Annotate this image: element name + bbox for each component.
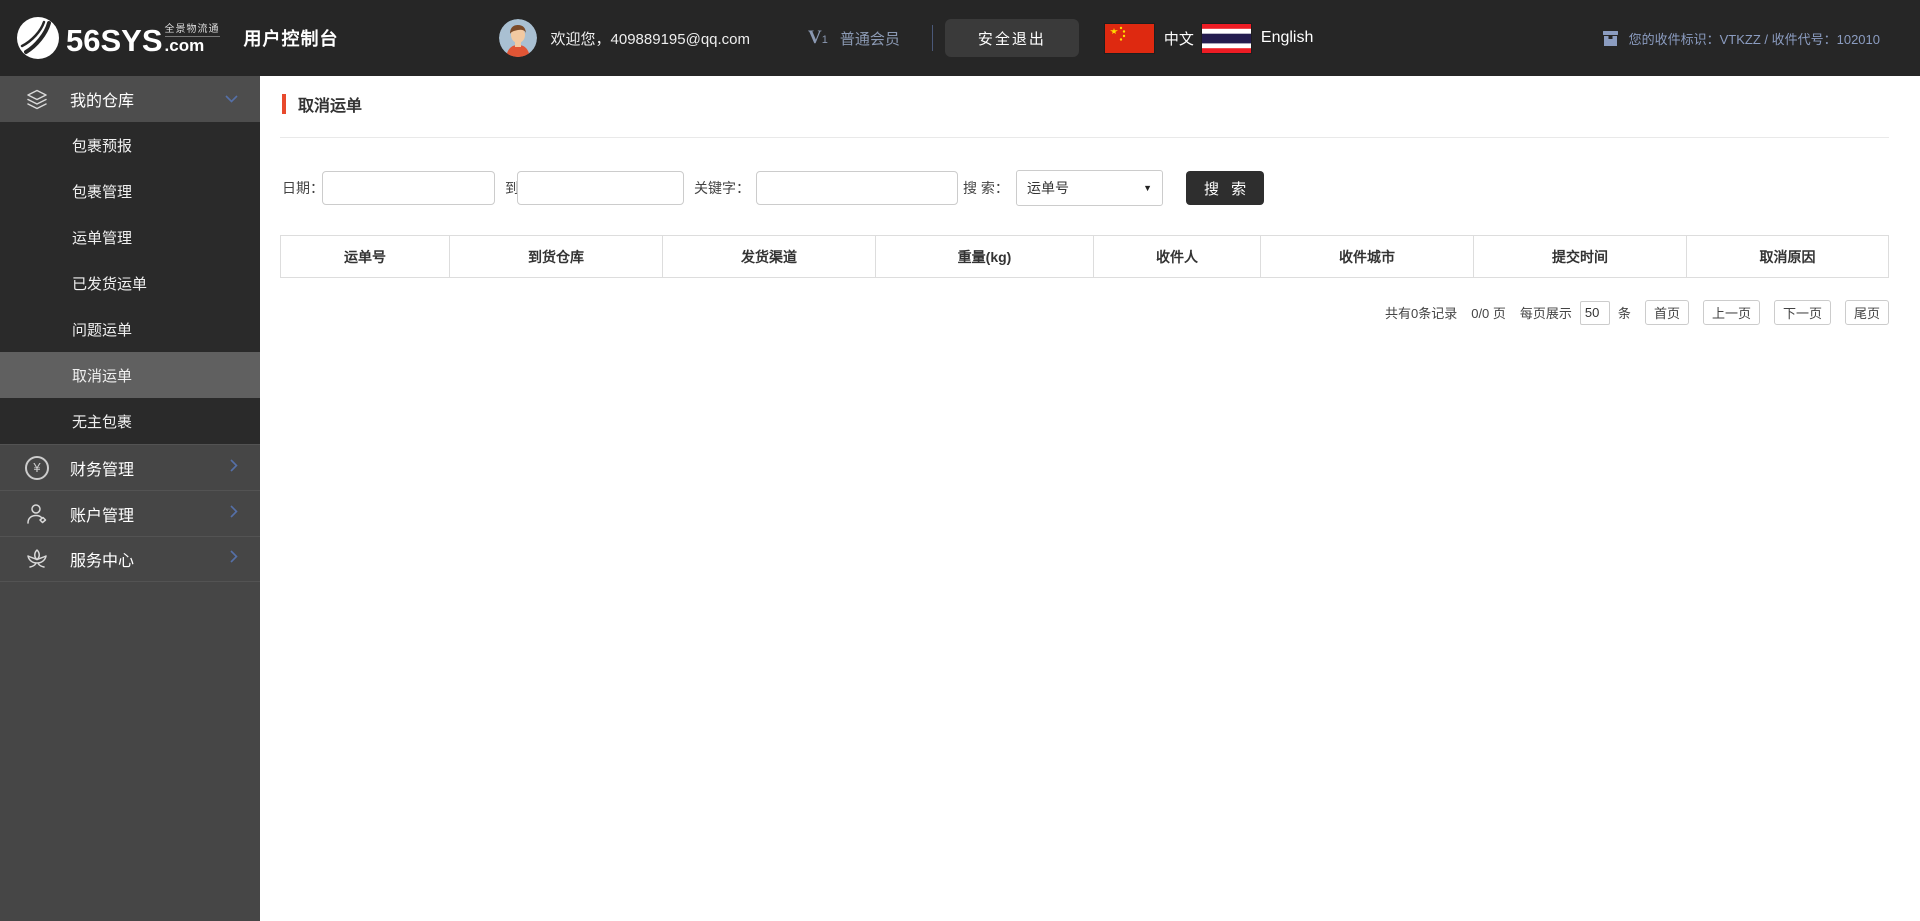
col-waybill-number: 运单号	[280, 235, 450, 278]
warehouse-submenu: 包裹预报 包裹管理 运单管理 已发货运单 问题运单 取消运单 无主包裹	[0, 122, 260, 444]
chevron-down-icon	[225, 90, 238, 108]
lotus-icon	[24, 546, 50, 572]
select-caret-icon: ▼	[1143, 183, 1152, 193]
search-type-select-value: 运单号	[1027, 180, 1069, 196]
package-icon	[1602, 30, 1618, 46]
filter-row: 日期： 到 关键字： 搜 索： 运单号 ▼ 搜 索	[260, 170, 1920, 206]
logo-text: 56SYS 全景物流通 .com	[66, 20, 220, 56]
sidebar-item-label: 服务中心	[70, 553, 135, 570]
avatar[interactable]	[498, 19, 537, 57]
header-divider	[931, 25, 933, 51]
sidebar-item-label: 账户管理	[70, 507, 135, 525]
col-submit-time: 提交时间	[1473, 235, 1687, 278]
sidebar-item-label: 无主包裹	[72, 413, 133, 431]
sidebar-item-problem-waybills[interactable]: 问题运单	[0, 306, 260, 352]
col-recipient: 收件人	[1093, 235, 1261, 278]
col-shipping-channel: 发货渠道	[662, 235, 876, 278]
sidebar-item-service-center[interactable]: 服务中心	[0, 536, 260, 582]
main-content: 取消运单 日期： 到 关键字： 搜 索： 运单号 ▼ 搜 索 运单号 到货仓库 …	[260, 76, 1920, 921]
sidebar: 我的仓库 包裹预报 包裹管理 运单管理 已发货运单 问题运单 取消运单 无主包裹…	[0, 76, 260, 921]
record-count-text: 共有0条记录	[1384, 306, 1458, 321]
logo-com-text: .com	[164, 36, 205, 56]
sidebar-item-label: 我的仓库	[70, 93, 135, 110]
waybill-table: 运单号 到货仓库 发货渠道 重量(kg) 收件人 收件城市 提交时间 取消原因	[280, 235, 1889, 278]
sidebar-item-label: 包裹管理	[72, 183, 133, 201]
sidebar-item-unclaimed-packages[interactable]: 无主包裹	[0, 398, 260, 444]
title-accent-bar	[282, 94, 286, 114]
user-icon	[24, 501, 50, 527]
col-cancel-reason: 取消原因	[1686, 235, 1889, 278]
page-count-text: 0/0 页	[1471, 306, 1506, 321]
sidebar-item-package-forecast[interactable]: 包裹预报	[0, 122, 260, 168]
sidebar-item-waybill-management[interactable]: 运单管理	[0, 214, 260, 260]
layers-icon	[24, 86, 50, 112]
next-page-button[interactable]: 下一页	[1773, 300, 1831, 325]
sidebar-item-finance[interactable]: ¥ 财务管理	[0, 444, 260, 490]
china-flag-icon[interactable]	[1104, 23, 1154, 53]
member-level-label: 普通会员	[839, 30, 900, 48]
sidebar-item-shipped-waybills[interactable]: 已发货运单	[0, 260, 260, 306]
logout-button[interactable]: 安全退出	[944, 19, 1079, 57]
sidebar-item-package-management[interactable]: 包裹管理	[0, 168, 260, 214]
page-title: 取消运单	[298, 98, 363, 115]
avatar-icon	[498, 19, 537, 57]
per-page-unit: 条	[1617, 306, 1631, 321]
app-root: 56SYS 全景物流通 .com 用户控制台 欢迎您，409889195@qq.…	[0, 0, 1920, 921]
yen-icon: ¥	[24, 455, 50, 481]
sidebar-item-label: 财务管理	[70, 461, 135, 479]
logo-tagline: 全景物流通	[164, 20, 220, 38]
sidebar-item-label: 包裹预报	[72, 137, 133, 155]
per-page-label: 每页展示	[1519, 306, 1572, 321]
prev-page-button[interactable]: 上一页	[1702, 300, 1760, 325]
col-weight: 重量(kg)	[875, 235, 1094, 278]
sidebar-item-label: 运单管理	[72, 229, 133, 247]
thailand-flag-icon[interactable]	[1201, 23, 1251, 53]
sidebar-item-label: 问题运单	[72, 321, 133, 339]
sidebar-item-cancelled-waybills[interactable]: 取消运单	[0, 352, 260, 398]
console-title: 用户控制台	[243, 29, 339, 49]
sidebar-item-my-warehouse[interactable]: 我的仓库	[0, 76, 260, 122]
logo-icon	[17, 17, 59, 59]
per-page-input[interactable]	[1579, 300, 1610, 325]
date-from-input[interactable]	[322, 171, 495, 205]
logo[interactable]: 56SYS 全景物流通 .com	[16, 16, 220, 60]
logo-main-text: 56SYS	[66, 22, 163, 58]
search-type-select[interactable]: 运单号 ▼	[1016, 170, 1163, 206]
date-label: 日期：	[282, 180, 324, 196]
last-page-button[interactable]: 尾页	[1844, 300, 1889, 325]
date-to-input[interactable]	[517, 171, 684, 205]
pagination: 共有0条记录 0/0 页 每页展示 条 首页 上一页 下一页 尾页	[1385, 300, 1889, 325]
chevron-right-icon	[230, 550, 238, 568]
language-zh[interactable]: 中文	[1164, 28, 1194, 49]
receiver-info-text: 您的收件标识：VTKZZ / 收件代号：102010	[1628, 31, 1880, 47]
search-button[interactable]: 搜 索	[1186, 171, 1265, 205]
chevron-right-icon	[230, 504, 238, 523]
col-recipient-city: 收件城市	[1260, 235, 1474, 278]
member-level-icon: V1	[808, 27, 828, 48]
keyword-input[interactable]	[756, 171, 958, 205]
table-header-row: 运单号 到货仓库 发货渠道 重量(kg) 收件人 收件城市 提交时间 取消原因	[280, 235, 1889, 278]
receiver-info: 您的收件标识：VTKZZ / 收件代号：102010	[1602, 0, 1880, 76]
top-header-bar: 56SYS 全景物流通 .com 用户控制台 欢迎您，409889195@qq.…	[0, 0, 1920, 76]
col-arrival-warehouse: 到货仓库	[449, 235, 663, 278]
sidebar-item-label: 已发货运单	[72, 275, 148, 293]
keyword-label: 关键字：	[694, 180, 750, 196]
welcome-text: 欢迎您，409889195@qq.com	[550, 30, 751, 48]
title-divider	[280, 137, 1889, 138]
first-page-button[interactable]: 首页	[1644, 300, 1689, 325]
sidebar-item-label: 取消运单	[72, 367, 133, 385]
search-type-label: 搜 索：	[963, 180, 1009, 196]
chevron-right-icon	[230, 458, 238, 477]
language-en[interactable]: English	[1261, 29, 1313, 47]
sidebar-item-account[interactable]: 账户管理	[0, 490, 260, 536]
